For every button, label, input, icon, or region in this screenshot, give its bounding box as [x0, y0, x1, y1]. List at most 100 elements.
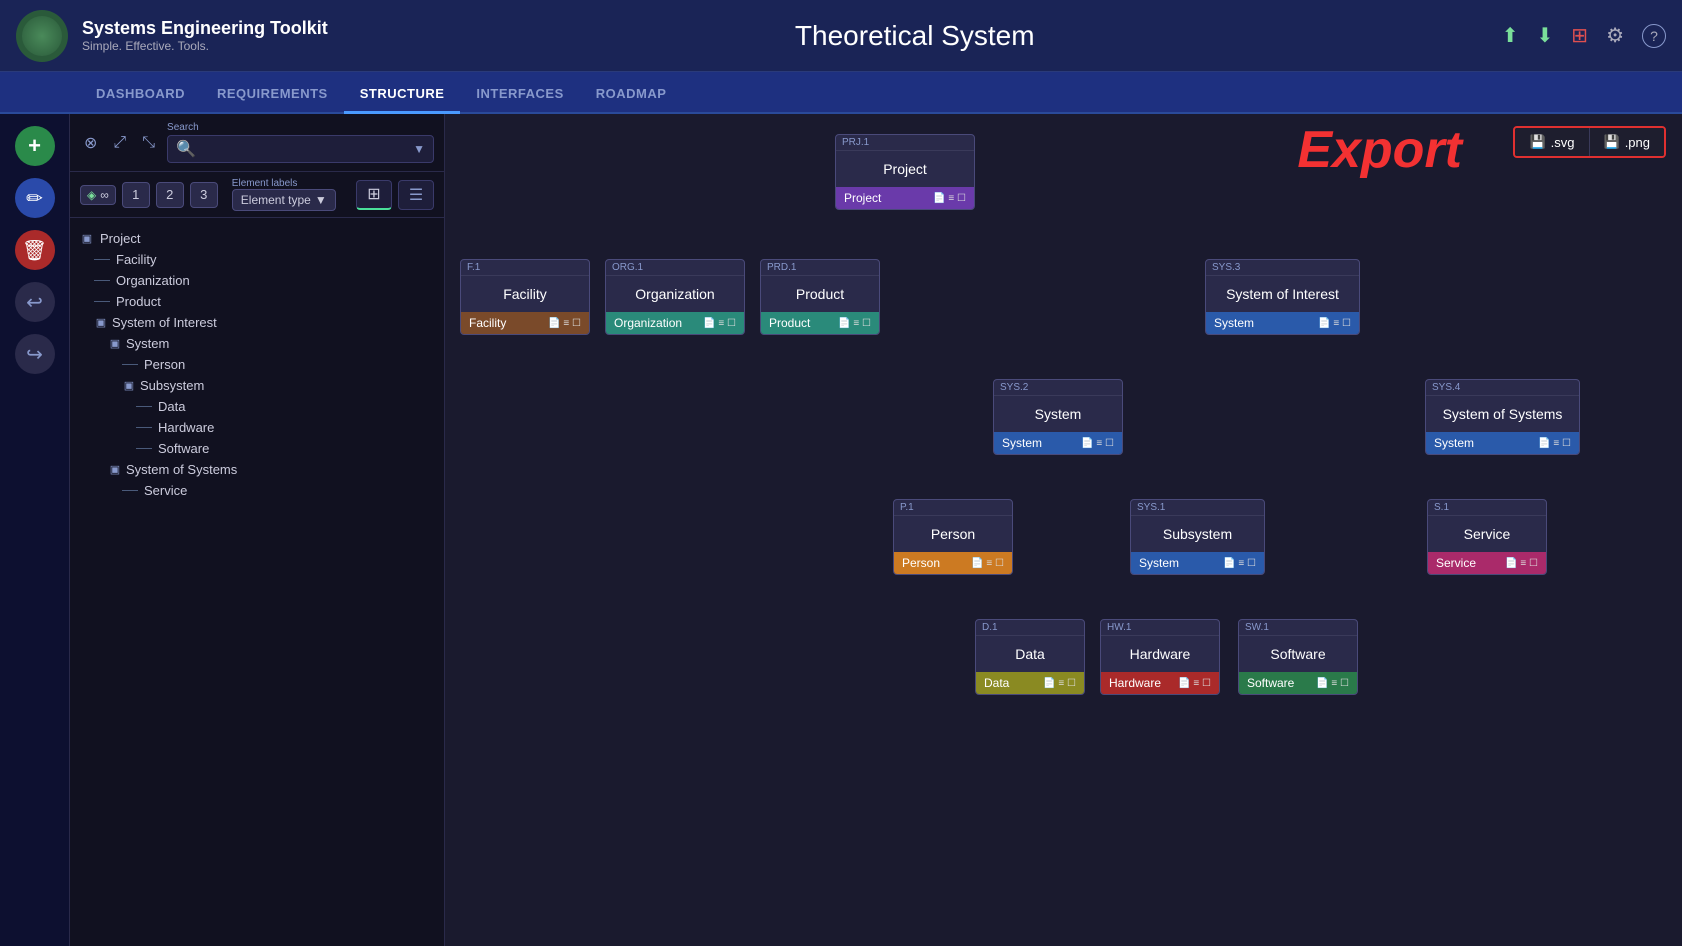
node-sw1-label: Software [1247, 676, 1294, 690]
export-png-button[interactable]: 💾 .png [1590, 128, 1665, 156]
node-hw1-icons: 📄 ≡ ☐ [1178, 678, 1211, 689]
tree-item-facility[interactable]: Facility [70, 249, 444, 270]
node-sys4[interactable]: SYS.4 System of Systems System 📄 ≡ ☐ [1425, 379, 1580, 455]
tree-item-organization[interactable]: Organization [70, 270, 444, 291]
node-p1[interactable]: P.1 Person Person 📄 ≡ ☐ [893, 499, 1013, 575]
add-element-button[interactable]: + [15, 126, 55, 166]
search-input[interactable] [202, 142, 413, 157]
tree-item-software[interactable]: Software [70, 438, 444, 459]
node-sys3-label: System [1214, 316, 1254, 330]
node-f1-body: Facility [461, 276, 589, 312]
list-view-button[interactable]: ☰ [398, 180, 434, 210]
element-labels-label: Element labels [232, 178, 336, 189]
node-p1-header: P.1 [894, 500, 1012, 516]
diagram-area[interactable]: PRJ.1 Project Project 📄 ≡ ☐ F.1 Facility… [445, 114, 1682, 946]
node-sys1[interactable]: SYS.1 Subsystem System 📄 ≡ ☐ [1130, 499, 1265, 575]
tree: ▣ Project Facility Organization Product … [70, 218, 444, 946]
node-s1-footer: Service 📄 ≡ ☐ [1428, 552, 1546, 574]
layer-selector[interactable]: ◈ ∞ [80, 185, 116, 205]
node-prj1[interactable]: PRJ.1 Project Project 📄 ≡ ☐ [835, 134, 975, 210]
node-d1-footer: Data 📄 ≡ ☐ [976, 672, 1084, 694]
node-hw1[interactable]: HW.1 Hardware Hardware 📄 ≡ ☐ [1100, 619, 1220, 695]
dash-icon [94, 259, 110, 260]
element-type-label: Element type [241, 193, 311, 207]
tree-item-subsystem[interactable]: ▣ Subsystem [70, 375, 444, 396]
tree-item-product[interactable]: Product [70, 291, 444, 312]
depth-3-button[interactable]: 3 [190, 182, 218, 208]
app-subtitle: Simple. Effective. Tools. [82, 39, 328, 53]
tree-item-sos[interactable]: ▣ System of Systems [70, 459, 444, 480]
node-prd1-header: PRD.1 [761, 260, 879, 276]
node-sys1-body: Subsystem [1131, 516, 1264, 552]
node-prj1-icons: 📄 ≡ ☐ [933, 193, 966, 204]
tab-dashboard[interactable]: DASHBOARD [80, 76, 201, 114]
node-s1[interactable]: S.1 Service Service 📄 ≡ ☐ [1427, 499, 1547, 575]
tab-requirements[interactable]: REQUIREMENTS [201, 76, 344, 114]
depth-2-button[interactable]: 2 [156, 182, 184, 208]
export-container: 💾 .svg 💾 .png [1513, 126, 1666, 158]
node-sys2-icons: 📄 ≡ ☐ [1081, 438, 1114, 449]
node-s1-header: S.1 [1428, 500, 1546, 516]
node-sw1[interactable]: SW.1 Software Software 📄 ≡ ☐ [1238, 619, 1358, 695]
depth-1-button[interactable]: 1 [122, 182, 150, 208]
tree-label-system: System [126, 336, 169, 351]
tree-label-data: Data [158, 399, 185, 414]
redo-button[interactable]: ↪ [15, 334, 55, 374]
node-sys4-body: System of Systems [1426, 396, 1579, 432]
node-org1-header: ORG.1 [606, 260, 744, 276]
tree-label-subsystem: Subsystem [140, 378, 204, 393]
node-sys4-footer: System 📄 ≡ ☐ [1426, 432, 1579, 454]
header-actions: ⬆ ⬇ ⊞ ⚙ ? [1502, 23, 1666, 48]
node-d1-body: Data [976, 636, 1084, 672]
node-sys1-header: SYS.1 [1131, 500, 1264, 516]
chevron-down-icon: ▼ [315, 193, 327, 207]
delete-button[interactable]: 🗑 [15, 230, 55, 270]
node-prd1-icons: 📄 ≡ ☐ [838, 318, 871, 329]
tree-item-hardware[interactable]: Hardware [70, 417, 444, 438]
tab-roadmap[interactable]: ROADMAP [580, 76, 683, 114]
node-org1-footer: Organization 📄 ≡ ☐ [606, 312, 744, 334]
help-icon[interactable]: ? [1642, 24, 1666, 48]
collapse-icon[interactable]: ⤡ [138, 130, 159, 156]
node-sys2[interactable]: SYS.2 System System 📄 ≡ ☐ [993, 379, 1123, 455]
tree-item-data[interactable]: Data [70, 396, 444, 417]
export-svg-button[interactable]: 💾 .svg [1515, 128, 1589, 156]
undo-button[interactable]: ↩ [15, 282, 55, 322]
upload-icon[interactable]: ⬆ [1502, 23, 1519, 48]
node-p1-icons: 📄 ≡ ☐ [971, 558, 1004, 569]
node-org1[interactable]: ORG.1 Organization Organization 📄 ≡ ☐ [605, 259, 745, 335]
tab-structure[interactable]: STRUCTURE [344, 76, 461, 114]
save-icon-2: 💾 [1604, 134, 1620, 150]
settings-icon[interactable]: ⚙ [1606, 23, 1624, 48]
search-dropdown-icon[interactable]: ▼ [413, 142, 425, 156]
download-icon[interactable]: ⬇ [1537, 23, 1554, 48]
node-p1-footer: Person 📄 ≡ ☐ [894, 552, 1012, 574]
tree-label-hardware: Hardware [158, 420, 214, 435]
node-p1-body: Person [894, 516, 1012, 552]
node-sys3[interactable]: SYS.3 System of Interest System 📄 ≡ ☐ [1205, 259, 1360, 335]
expand-icon[interactable]: ⤢ [109, 130, 130, 156]
close-icon[interactable]: ⊗ [80, 129, 101, 157]
node-sys2-footer: System 📄 ≡ ☐ [994, 432, 1122, 454]
svg-label: .svg [1551, 135, 1575, 150]
node-prd1[interactable]: PRD.1 Product Product 📄 ≡ ☐ [760, 259, 880, 335]
tree-item-person[interactable]: Person [70, 354, 444, 375]
edit-button[interactable]: ✏ [15, 178, 55, 218]
canvas: 💾 .svg 💾 .png Export [445, 114, 1682, 946]
tree-item-project[interactable]: ▣ Project [70, 228, 444, 249]
tree-view-button[interactable]: ⊞ [356, 180, 392, 210]
tab-interfaces[interactable]: INTERFACES [460, 76, 579, 114]
add-icon[interactable]: ⊞ [1571, 23, 1588, 48]
node-d1[interactable]: D.1 Data Data 📄 ≡ ☐ [975, 619, 1085, 695]
save-icon: 💾 [1529, 134, 1545, 150]
tree-item-soi[interactable]: ▣ System of Interest [70, 312, 444, 333]
infinity-label: ∞ [100, 188, 109, 202]
app-title: Systems Engineering Toolkit Simple. Effe… [82, 18, 328, 53]
node-sys4-label: System [1434, 436, 1474, 450]
element-type-selector[interactable]: Element type ▼ [232, 189, 336, 211]
dash-icon [94, 280, 110, 281]
tree-item-system[interactable]: ▣ System [70, 333, 444, 354]
node-s1-label: Service [1436, 556, 1476, 570]
tree-item-service[interactable]: Service [70, 480, 444, 501]
node-f1[interactable]: F.1 Facility Facility 📄 ≡ ☐ [460, 259, 590, 335]
